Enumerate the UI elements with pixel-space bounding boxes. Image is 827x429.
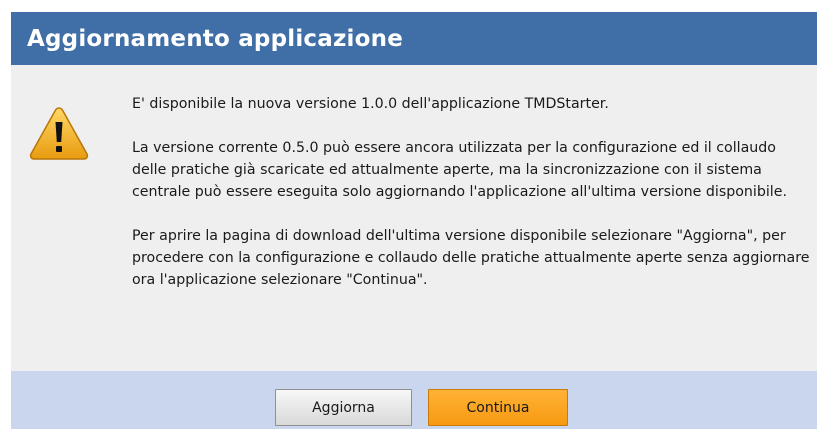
- update-button[interactable]: Aggiorna: [275, 389, 412, 426]
- dialog-message: E' disponibile la nuova versione 1.0.0 d…: [132, 93, 812, 291]
- message-paragraph-instructions: Per aprire la pagina di download dell'ul…: [132, 228, 810, 288]
- dialog-title: Aggiornamento applicazione: [27, 25, 404, 52]
- warning-icon: [29, 107, 89, 160]
- update-dialog: Aggiornamento applicazione E' disponibil…: [11, 12, 817, 429]
- continue-button[interactable]: Continua: [428, 389, 568, 426]
- message-paragraph-version: E' disponibile la nuova versione 1.0.0 d…: [132, 96, 609, 112]
- dialog-title-bar: Aggiornamento applicazione: [11, 12, 817, 65]
- dialog-content: E' disponibile la nuova versione 1.0.0 d…: [11, 65, 817, 371]
- dialog-button-bar: Aggiorna Continua: [11, 371, 817, 429]
- message-paragraph-current-version: La versione corrente 0.5.0 può essere an…: [132, 140, 787, 200]
